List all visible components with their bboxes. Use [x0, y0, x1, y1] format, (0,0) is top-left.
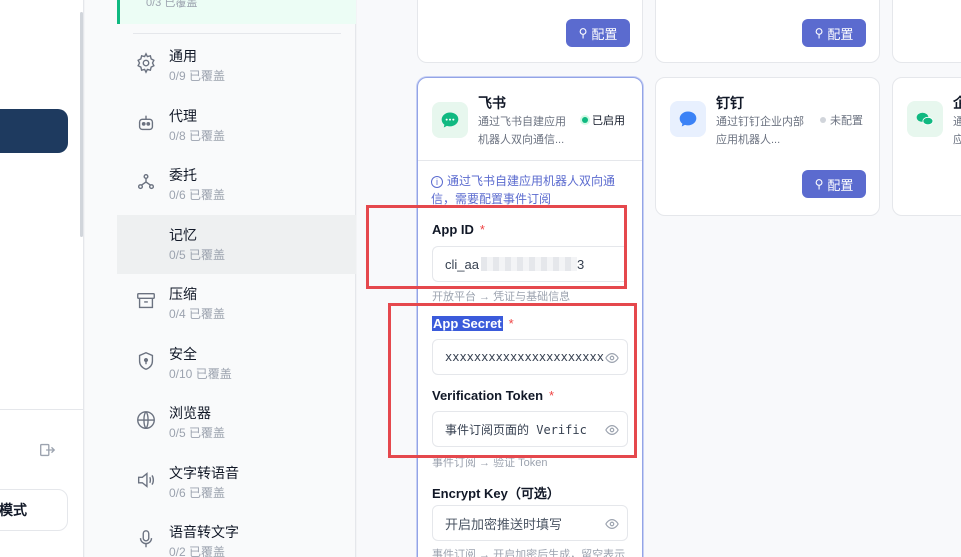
category-name: 记忆 — [169, 227, 197, 243]
category-item[interactable]: 语音转文字 0/2 已覆盖 — [117, 512, 356, 557]
configure-label: 配置 — [591, 26, 618, 42]
network-icon — [135, 171, 157, 193]
dingtalk-status-badge: 未配置 — [820, 112, 863, 128]
dingtalk-chat-icon — [670, 101, 706, 137]
feishu-title: 飞书 — [478, 95, 506, 111]
configure-button[interactable]: ⚲ 配置 — [802, 19, 866, 47]
encrypt-key-label: Encrypt Key（可选） — [432, 486, 560, 501]
category-coverage: 0/9 已覆盖 — [169, 69, 226, 83]
category-item[interactable]: 委托 0/6 已覆盖 — [117, 155, 356, 214]
annotation-box-app-id — [366, 205, 627, 289]
category-name: 语音转文字 — [169, 524, 239, 540]
channel-card-top-1: ⚲ 配置 — [417, 0, 643, 63]
category-name: 安全 — [169, 346, 197, 362]
category-item[interactable]: 记忆 0/5 已覆盖 — [117, 215, 356, 274]
category-coverage: 0/2 已覆盖 — [169, 545, 226, 557]
category-search-divider — [133, 22, 341, 34]
dingtalk-desc: 通过钉钉企业内部应用机器人... — [716, 116, 804, 146]
mode-label: 模式 — [0, 502, 27, 518]
category-top-sub: 0/3 已覆盖 — [146, 0, 198, 9]
mic-icon — [135, 528, 157, 550]
category-name: 通用 — [169, 48, 197, 64]
configure-label: 配置 — [827, 177, 854, 193]
key-icon: ⚲ — [814, 177, 824, 191]
category-name: 浏览器 — [169, 405, 211, 421]
nav-active-item[interactable] — [0, 109, 68, 153]
encrypt-key-placeholder: 开启加密推送时填写 — [445, 516, 563, 532]
feishu-status-badge: 已启用 — [582, 112, 625, 128]
feishu-desc: 通过飞书自建应用机器人双向通信... — [478, 116, 566, 146]
speaker-icon — [135, 469, 157, 491]
wechat-icon — [907, 101, 943, 137]
logout-icon[interactable] — [38, 441, 58, 461]
category-item[interactable]: 安全 0/10 已覆盖 — [117, 334, 356, 393]
category-coverage: 0/10 已覆盖 — [169, 367, 232, 381]
dingtalk-title: 钉钉 — [716, 95, 744, 111]
category-coverage: 0/8 已覆盖 — [169, 129, 226, 143]
feishu-info-label: 通过飞书自建应用机器人双向通信，需要配置事件订阅 — [431, 174, 616, 206]
configure-label: 配置 — [827, 26, 854, 42]
category-name: 委托 — [169, 167, 197, 183]
category-coverage: 0/6 已覆盖 — [169, 188, 226, 202]
category-coverage: 0/6 已覆盖 — [169, 486, 226, 500]
settings-category-list: 0/3 已覆盖 通用 0/9 已覆盖 代理 0/8 已覆盖 委托 0/6 已覆盖 记忆 0/5… — [85, 0, 356, 557]
feishu-info-text: i 通过飞书自建应用机器人双向通信，需要配置事件订阅 — [431, 172, 621, 208]
wecom-title: 企 — [953, 95, 961, 111]
category-item[interactable]: 文字转语音 0/6 已覆盖 — [117, 453, 356, 512]
key-icon: ⚲ — [578, 26, 588, 40]
category-name: 文字转语音 — [169, 465, 239, 481]
memory-icon — [135, 231, 157, 253]
category-coverage: 0/5 已覆盖 — [169, 426, 226, 440]
main-nav: 模式 — [0, 0, 84, 557]
category-name: 代理 — [169, 108, 197, 124]
annotation-box-secret-token — [388, 303, 637, 458]
wecom-desc-fragment: 通应 — [953, 116, 961, 146]
category-item[interactable]: 压缩 0/4 已覆盖 — [117, 274, 356, 333]
channel-card-wecom — [892, 77, 961, 216]
feishu-chat-icon — [432, 102, 468, 138]
globe-icon — [135, 409, 157, 431]
configure-button[interactable]: ⚲ 配置 — [566, 19, 630, 47]
category-item[interactable]: 代理 0/8 已覆盖 — [117, 96, 356, 155]
channel-card-top-3 — [892, 0, 961, 63]
info-icon: i — [431, 176, 443, 188]
channel-card-top-2: ⚲ 配置 — [655, 0, 880, 63]
feishu-status-text: 已启用 — [592, 115, 625, 127]
shield-icon — [135, 350, 157, 372]
category-coverage: 0/4 已覆盖 — [169, 307, 226, 321]
encrypt-key-hint: 事件订阅 → 开启加密后生成，留空表示 — [432, 549, 626, 557]
key-icon: ⚲ — [814, 26, 824, 40]
nav-divider — [0, 409, 84, 410]
gear-icon — [135, 52, 157, 74]
nav-scrollbar[interactable] — [80, 12, 83, 237]
configure-button[interactable]: ⚲ 配置 — [802, 170, 866, 198]
mode-button[interactable]: 模式 — [0, 489, 68, 531]
robot-icon — [135, 112, 157, 134]
dingtalk-status-text: 未配置 — [830, 115, 863, 127]
archive-icon — [135, 290, 157, 312]
category-item[interactable]: 通用 0/9 已覆盖 — [117, 36, 356, 95]
encrypt-key-field[interactable]: 开启加密推送时填写 — [432, 505, 628, 541]
status-dot — [582, 117, 588, 123]
app-id-hint: 开放平台 → 凭证与基础信息 — [432, 291, 571, 303]
category-name: 压缩 — [169, 286, 197, 302]
eye-icon[interactable] — [605, 517, 619, 531]
category-coverage: 0/5 已覆盖 — [169, 248, 226, 262]
status-dot — [820, 117, 826, 123]
category-item[interactable]: 浏览器 0/5 已覆盖 — [117, 393, 356, 452]
category-item-top[interactable]: 0/3 已覆盖 — [117, 0, 356, 24]
card-divider — [418, 160, 642, 161]
